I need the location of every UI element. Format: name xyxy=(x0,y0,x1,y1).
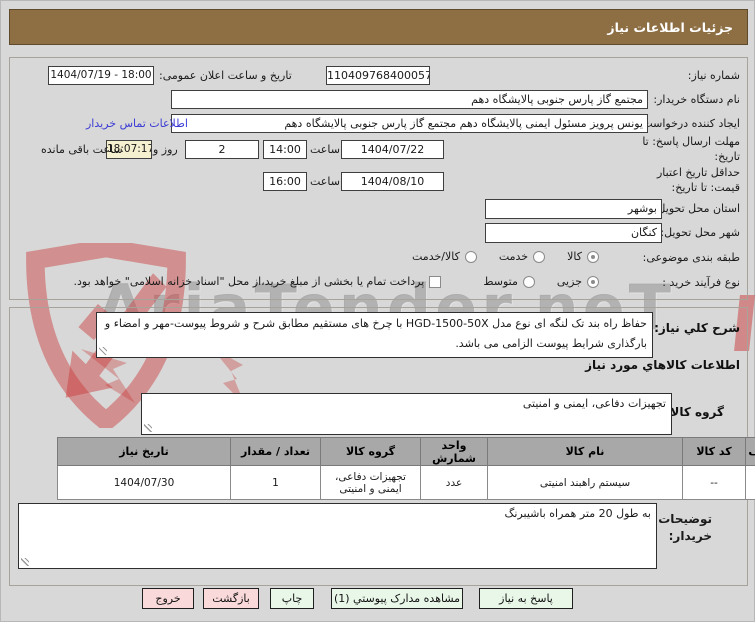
col-item-name: نام کالا xyxy=(488,438,683,466)
buyer-notes-label: توضیحات خریدار: xyxy=(658,511,712,545)
delivery-city-field[interactable]: کنگان xyxy=(485,223,662,243)
hours-remaining-label: ساعت باقی مانده xyxy=(41,143,123,156)
exit-button[interactable]: خروج xyxy=(142,588,194,609)
cell-row-number: 1 xyxy=(746,466,755,500)
radio-service[interactable] xyxy=(533,251,545,263)
goods-table-header-row: ردیف کد کالا نام کالا واحد شمارش گروه کا… xyxy=(58,438,755,466)
price-validity-hour-label: ساعت xyxy=(310,175,340,188)
col-unit: واحد شمارش xyxy=(421,438,488,466)
page-title: جزئیات اطلاعات نیاز xyxy=(607,20,733,35)
goods-group-label: گروه کالا: xyxy=(666,405,724,419)
reply-deadline-label: مهلت ارسال پاسخ: تا تاریخ: xyxy=(630,134,740,164)
purchase-process-options: جزیی متوسط پرداخت تمام یا بخشی از مبلغ خ… xyxy=(74,275,599,288)
delivery-city-label: شهر محل تحویل: xyxy=(660,226,740,239)
general-description-textarea[interactable]: حفاظ راه بند تک لنگه ای نوع مدل HGD-1500… xyxy=(96,312,653,358)
buyer-contact-link[interactable]: اطلاعات تماس خریدار xyxy=(86,117,188,130)
remaining-days-field[interactable]: 2 xyxy=(185,140,259,159)
announce-datetime-label: تاریخ و ساعت اعلان عمومی: xyxy=(159,69,292,82)
reply-deadline-time-field[interactable]: 14:00 xyxy=(263,140,307,159)
col-quantity: تعداد / مقدار xyxy=(231,438,321,466)
resize-handle-icon[interactable] xyxy=(144,424,152,432)
buyer-org-label: نام دستگاه خریدار: xyxy=(653,93,740,106)
need-number-label: شماره نیاز: xyxy=(688,69,740,82)
request-creator-field[interactable]: یونس پرویز مسئول ایمنی پالایشگاه دهم مجت… xyxy=(171,114,648,133)
announce-datetime-field[interactable]: 1404/07/19 - 18:00 xyxy=(48,66,154,85)
page-title-bar: جزئیات اطلاعات نیاز xyxy=(9,9,748,45)
subject-classification-label: طبقه بندی موضوعی: xyxy=(643,251,740,264)
price-validity-date-field[interactable]: 1404/08/10 xyxy=(341,172,444,191)
buyer-org-field[interactable]: مجتمع گاز پارس جنوبی پالایشگاه دهم xyxy=(171,90,648,109)
radio-medium-label: متوسط xyxy=(483,275,518,288)
table-row: 1 -- سیستم راهبند امنیتی عدد تجهیزات دفا… xyxy=(58,466,755,500)
request-creator-label: ایجاد کننده درخواست: xyxy=(639,117,740,130)
goods-table: ردیف کد کالا نام کالا واحد شمارش گروه کا… xyxy=(57,437,755,500)
reply-deadline-hour-label: ساعت xyxy=(310,143,340,156)
delivery-province-field[interactable]: بوشهر xyxy=(485,199,662,219)
radio-goods-service-label: کالا/خدمت xyxy=(412,250,460,263)
price-validity-time-field[interactable]: 16:00 xyxy=(263,172,307,191)
need-number-field[interactable]: 1104097684000574 xyxy=(326,66,430,85)
cell-item-name: سیستم راهبند امنیتی xyxy=(488,466,683,500)
col-item-code: کد کالا xyxy=(683,438,746,466)
delivery-province-label: استان محل تحویل: xyxy=(654,202,740,215)
price-validity-label: حداقل تاریخ اعتبار قیمت: تا تاریخ: xyxy=(630,165,740,195)
purchase-process-label: نوع فرآیند خرید : xyxy=(662,276,740,289)
treasury-payment-checkbox[interactable] xyxy=(429,276,441,288)
buyer-notes-textarea[interactable]: به طول 20 متر همراه باشیبرنگ xyxy=(18,503,657,569)
col-row-number: ردیف xyxy=(746,438,755,466)
subject-classification-options: کالا خدمت کالا/خدمت xyxy=(412,250,599,263)
view-attached-docs-button[interactable]: مشاهده مدارک پیوستي (1) xyxy=(331,588,463,609)
resize-handle-icon[interactable] xyxy=(99,347,107,355)
resize-handle-icon[interactable] xyxy=(21,558,29,566)
goods-info-title: اطلاعات کالاهاي مورد نیاز xyxy=(585,358,740,372)
treasury-payment-label: پرداخت تمام یا بخشی از مبلغ خرید،از محل … xyxy=(74,275,425,288)
reply-deadline-date-field[interactable]: 1404/07/22 xyxy=(341,140,444,159)
days-and-label: روز و xyxy=(153,143,178,156)
radio-goods-label: کالا xyxy=(567,250,582,263)
cell-group: تجهیزات دفاعی، ایمنی و امنیتی xyxy=(321,466,421,500)
need-details-page: AriaTender.neT جزئیات اطلاعات نیاز xyxy=(0,0,755,622)
radio-minor-label: جزیی xyxy=(557,275,582,288)
radio-goods-service[interactable] xyxy=(465,251,477,263)
radio-minor[interactable] xyxy=(587,276,599,288)
cell-item-code: -- xyxy=(683,466,746,500)
print-button[interactable]: چاپ xyxy=(270,588,314,609)
radio-medium[interactable] xyxy=(523,276,535,288)
cell-need-date: 1404/07/30 xyxy=(58,466,231,500)
back-button[interactable]: بازگشت xyxy=(203,588,259,609)
radio-goods[interactable] xyxy=(587,251,599,263)
cell-unit: عدد xyxy=(421,466,488,500)
general-description-label: شرح کلي نیاز: xyxy=(654,321,740,335)
col-group: گروه کالا xyxy=(321,438,421,466)
radio-service-label: خدمت xyxy=(499,250,528,263)
goods-group-textarea[interactable]: تجهیزات دفاعی، ایمنی و امنیتی xyxy=(141,393,672,435)
respond-to-need-button[interactable]: پاسخ به نیاز xyxy=(479,588,573,609)
cell-quantity: 1 xyxy=(231,466,321,500)
col-need-date: تاریخ نیاز xyxy=(58,438,231,466)
